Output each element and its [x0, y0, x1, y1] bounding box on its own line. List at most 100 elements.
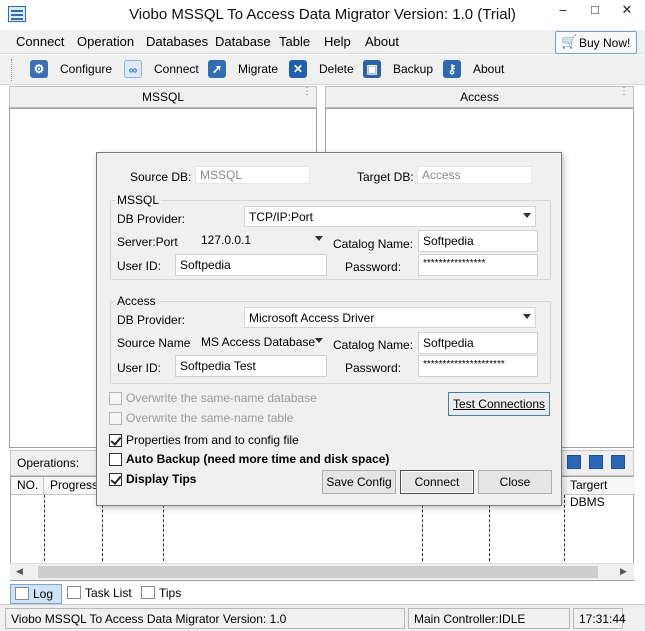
auto-backup-label: Auto Backup (need more time and disk spa… [126, 452, 390, 466]
mssql-group-title: MSSQL [115, 193, 162, 207]
grid-line [564, 495, 565, 561]
checkbox-box [109, 473, 122, 486]
source-db-label: Source DB: [130, 170, 192, 184]
mssql-password-input[interactable]: **************** [418, 254, 538, 276]
access-provider-value: Microsoft Access Driver [249, 311, 375, 325]
title-bar: Viobo MSSQL To Access Data Migrator Vers… [0, 0, 645, 30]
server-port-select[interactable]: 127.0.0.1 [197, 230, 327, 251]
toolbar: ⚙ Configure ∞ Connect ➚ Migrate ✕ Delete… [0, 55, 645, 85]
overwrite-table-checkbox[interactable]: Overwrite the same-name table [109, 411, 409, 427]
tab-tips-label: Tips [159, 586, 182, 600]
display-tips-checkbox[interactable]: Display Tips [109, 472, 309, 488]
status-time: 17:31:44 [573, 608, 626, 629]
panel-grip-icon[interactable]: ⋮ [619, 87, 629, 97]
tab-task-list[interactable]: Task List [64, 584, 136, 604]
source-name-select[interactable]: MS Access Database [197, 332, 327, 353]
tab-log[interactable]: Log [10, 584, 62, 604]
buy-now-button[interactable]: 🛒 Buy Now! [555, 31, 637, 54]
auto-backup-checkbox[interactable]: Auto Backup (need more time and disk spa… [109, 452, 439, 468]
scroll-right-icon[interactable]: ▶ [620, 566, 627, 577]
overwrite-database-label: Overwrite the same-name database [126, 391, 317, 405]
status-app-name: Viobo MSSQL To Access Data Migrator Vers… [5, 608, 405, 629]
properties-config-checkbox[interactable]: Properties from and to config file [109, 433, 429, 449]
chevron-down-icon [523, 314, 531, 319]
scroll-left-icon[interactable]: ◀ [16, 566, 23, 577]
close-dialog-button[interactable]: Close [478, 470, 552, 494]
column-header-no[interactable]: NO. [11, 477, 44, 495]
mssql-password-label: Password: [345, 260, 402, 274]
server-port-label: Server:Port [117, 235, 178, 249]
migrate-label: Migrate [238, 62, 279, 76]
floppy-disk-icon: ▣ [363, 60, 381, 78]
menu-help[interactable]: Help [324, 34, 351, 49]
grid-line [44, 495, 45, 561]
configure-button[interactable]: ⚙ Configure [30, 59, 113, 83]
mssql-panel-title: MSSQL [141, 90, 184, 104]
checkbox-box [109, 392, 122, 405]
checkbox-box [109, 412, 122, 425]
minimize-button[interactable]: – [548, 0, 578, 22]
mssql-provider-select[interactable]: TCP/IP:Port [244, 206, 536, 227]
menu-about[interactable]: About [365, 34, 399, 49]
mssql-user-input[interactable]: Softpedia [175, 254, 327, 276]
connect-label: Connect [154, 62, 199, 76]
test-connections-button[interactable]: Test Connections [448, 392, 550, 416]
access-password-input[interactable]: ********************* [418, 355, 538, 377]
test-connections-label: Test Connections [452, 397, 546, 411]
move-down-icon[interactable] [567, 455, 581, 469]
about-button[interactable]: ⚷ About [443, 59, 507, 83]
mssql-user-label: User ID: [117, 259, 162, 273]
access-panel-title: Access [460, 90, 499, 104]
source-name-value: MS Access Database [201, 335, 316, 349]
access-provider-label: DB Provider: [117, 313, 186, 327]
access-provider-select[interactable]: Microsoft Access Driver [244, 307, 536, 328]
chain-link-icon: ∞ [124, 60, 142, 78]
menu-databases[interactable]: Databases [146, 34, 208, 49]
tab-tips[interactable]: Tips [138, 584, 188, 604]
checkbox-box [109, 453, 122, 466]
operations-label: Operations: [17, 456, 80, 470]
delete-button[interactable]: ✕ Delete [289, 59, 354, 83]
mssql-catalog-input[interactable]: Softpedia [418, 230, 538, 252]
shopping-cart-icon: 🛒 [561, 34, 578, 49]
access-catalog-input[interactable]: Softpedia [418, 332, 538, 354]
close-window-button[interactable]: ✕ [612, 0, 642, 22]
log-icon [15, 587, 29, 600]
save-config-button[interactable]: Save Config [322, 470, 396, 494]
connect-button[interactable]: ∞ Connect [124, 59, 200, 83]
panel-grip-icon[interactable]: ⋮ [302, 87, 312, 97]
backup-button[interactable]: ▣ Backup [363, 59, 433, 83]
maximize-button[interactable]: □ [580, 0, 610, 22]
remove-icon[interactable] [589, 455, 603, 469]
configure-label: Configure [60, 62, 113, 76]
refresh-icon[interactable] [611, 455, 625, 469]
access-user-label: User ID: [117, 361, 162, 375]
menu-connect[interactable]: Connect [16, 34, 64, 49]
connect-dialog-button[interactable]: Connect [400, 470, 474, 494]
mssql-catalog-label: Catalog Name: [333, 237, 414, 251]
chevron-down-icon [315, 236, 323, 241]
mssql-provider-value: TCP/IP:Port [249, 210, 314, 224]
access-user-input[interactable]: Softpedia Test [175, 355, 327, 377]
menu-operation[interactable]: Operation [77, 34, 134, 49]
connection-config-dialog: Source DB: MSSQL Target DB: Access MSSQL… [96, 152, 562, 506]
chevron-down-icon [315, 338, 323, 343]
overwrite-database-checkbox[interactable]: Overwrite the same-name database [109, 391, 409, 407]
status-bar: Viobo MSSQL To Access Data Migrator Vers… [0, 604, 645, 631]
task-list-icon [67, 586, 81, 599]
menu-table[interactable]: Table [279, 34, 310, 49]
scrollbar-thumb[interactable] [38, 566, 598, 578]
column-header-target-dbms[interactable]: Targert DBMS [564, 477, 635, 509]
menu-database[interactable]: Database [215, 34, 271, 49]
tab-log-label: Log [33, 587, 54, 601]
properties-config-label: Properties from and to config file [126, 433, 299, 447]
toolbar-grip[interactable] [11, 59, 14, 81]
delete-x-icon: ✕ [289, 60, 307, 78]
status-controller: Main Controller:IDLE [408, 608, 570, 629]
buy-now-label: Buy Now! [579, 36, 631, 50]
tips-icon [141, 586, 155, 599]
backup-label: Backup [393, 62, 434, 76]
horizontal-scrollbar[interactable]: ◀ ▶ [10, 563, 634, 580]
migrate-button[interactable]: ➚ Migrate [208, 59, 278, 83]
access-password-label: Password: [345, 361, 402, 375]
